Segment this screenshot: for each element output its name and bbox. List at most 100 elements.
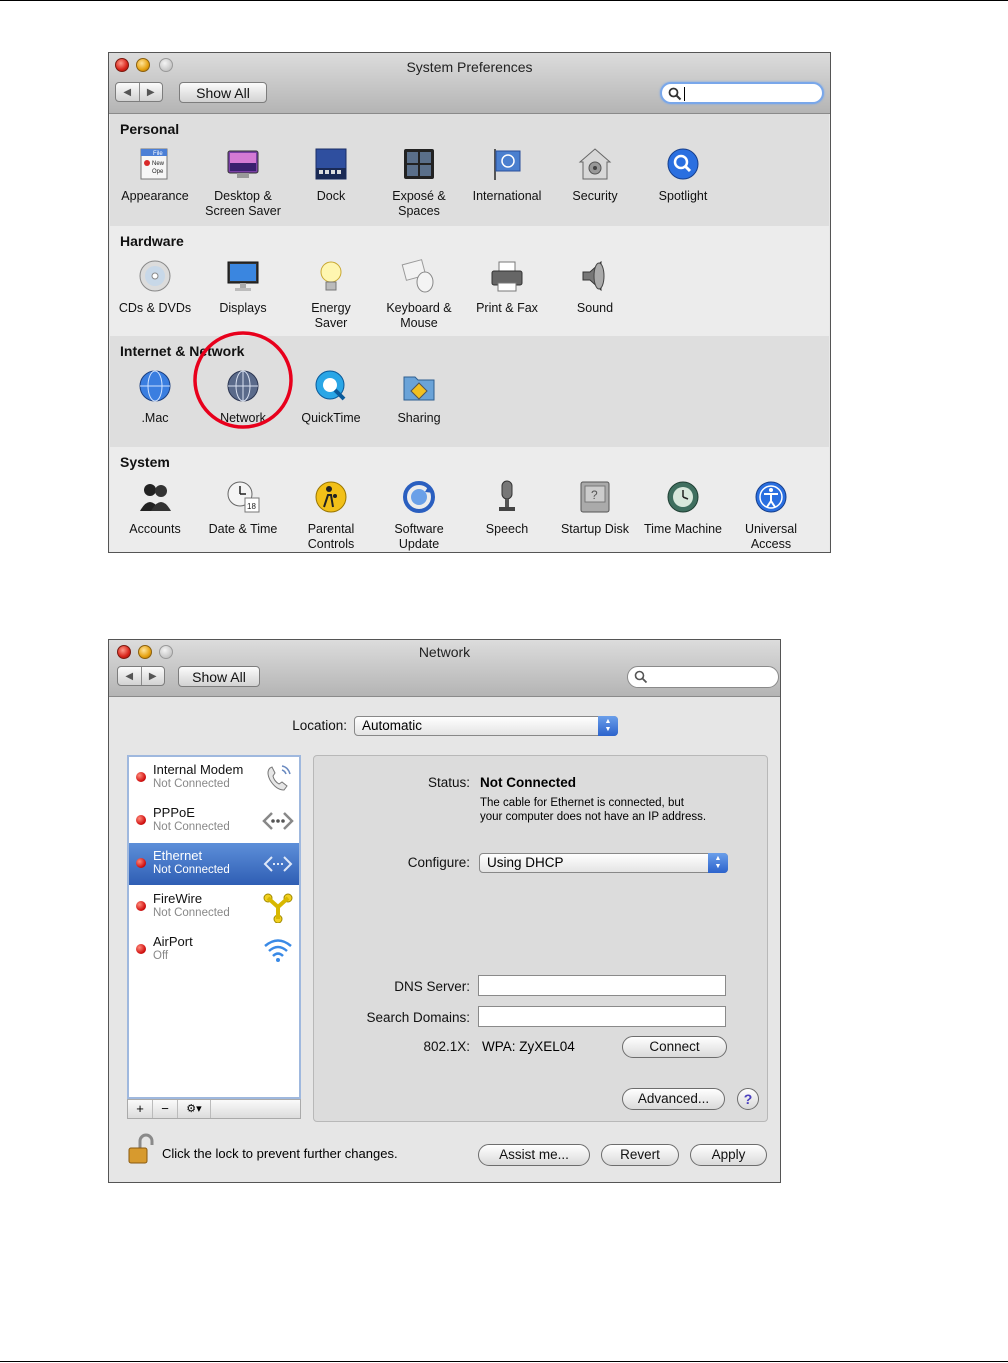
search-domains-field[interactable] <box>478 1006 726 1027</box>
titlebar: System Preferences ◀ ▶ Show All <box>109 53 830 114</box>
back-forward-control[interactable]: ◀ ▶ <box>115 82 163 102</box>
dns-server-field[interactable] <box>478 975 726 996</box>
back-arrow-icon[interactable]: ◀ <box>118 667 141 685</box>
parental-controls-icon <box>315 481 347 513</box>
popup-arrows-icon: ▲ ▼ <box>598 716 618 736</box>
startup-disk-icon: ? <box>580 481 610 513</box>
forward-arrow-icon[interactable]: ▶ <box>138 83 163 101</box>
search-field[interactable] <box>660 82 824 104</box>
quicktime-icon <box>315 370 346 401</box>
page-top-rule <box>0 0 1008 1</box>
pref-label: Speech <box>485 522 529 536</box>
pref-label: Date & Time <box>208 522 278 536</box>
pref-print-fax[interactable]: Print & Fax <box>463 258 551 316</box>
service-name: AirPort <box>153 934 193 949</box>
lightbulb-icon <box>320 261 342 291</box>
service-firewire[interactable]: FireWire Not Connected <box>129 886 299 928</box>
pref-expose-spaces[interactable]: Exposé & Spaces <box>375 146 463 219</box>
pref-label: Sharing <box>397 411 441 425</box>
pref-energy-saver[interactable]: Energy Saver <box>287 258 375 331</box>
pref-software-update[interactable]: Software Update <box>375 479 463 552</box>
printer-icon <box>491 261 523 292</box>
pref-desktop-screen-saver[interactable]: Desktop & Screen Saver <box>199 146 287 219</box>
section-title-hardware: Hardware <box>120 233 184 249</box>
assist-me-button[interactable]: Assist me... <box>478 1144 590 1166</box>
pref-label: .Mac <box>141 411 169 425</box>
section-hardware: Hardware CDs & DVDs Displays Energy Save… <box>110 226 829 336</box>
status-red-dot-icon <box>136 944 146 954</box>
show-all-button[interactable]: Show All <box>178 666 260 687</box>
status-description-line-1: The cable for Ethernet is connected, but <box>480 797 684 809</box>
pref-sound[interactable]: Sound <box>551 258 639 316</box>
status-label: Status: <box>427 775 470 790</box>
search-field[interactable] <box>627 666 779 688</box>
revert-button[interactable]: Revert <box>601 1144 679 1166</box>
pref-speech[interactable]: Speech <box>463 479 551 537</box>
lock-message: Click the lock to prevent further change… <box>162 1146 398 1161</box>
lock-open-icon[interactable] <box>126 1132 156 1166</box>
pref-universal-access[interactable]: Universal Access <box>727 479 815 552</box>
service-name: Internal Modem <box>153 762 244 777</box>
configure-popup[interactable]: Using DHCP ▲ ▼ <box>479 853 728 873</box>
pref-label: Desktop & Screen Saver <box>205 189 281 218</box>
help-button[interactable]: ? <box>737 1088 759 1110</box>
service-status: Not Connected <box>153 821 230 833</box>
pref-time-machine[interactable]: Time Machine <box>639 479 727 537</box>
back-forward-control[interactable]: ◀ ▶ <box>117 666 165 686</box>
pref-date-time[interactable]: 18 Date & Time <box>199 479 287 537</box>
status-description-line-2: your computer does not have an IP addres… <box>480 811 707 823</box>
service-detail-panel: Status: Not Connected The cable for Ethe… <box>313 755 768 1122</box>
service-airport[interactable]: AirPort Off <box>129 929 299 971</box>
pref-label: Accounts <box>129 522 181 536</box>
service-ethernet[interactable]: Ethernet Not Connected <box>129 843 299 885</box>
service-name: PPPoE <box>153 805 195 820</box>
add-service-button[interactable]: + <box>128 1100 153 1118</box>
pref-accounts[interactable]: Accounts <box>111 479 199 537</box>
service-internal-modem[interactable]: Internal Modem Not Connected <box>129 757 299 799</box>
pref-label: Startup Disk <box>560 522 630 536</box>
service-pppoe[interactable]: PPPoE Not Connected <box>129 800 299 842</box>
modem-phone-icon <box>267 765 291 791</box>
dot1x-value: WPA: ZyXEL04 <box>482 1039 575 1054</box>
dns-server-label: DNS Server: <box>394 979 470 994</box>
pref-sharing[interactable]: Sharing <box>375 368 463 426</box>
pref-international[interactable]: International <box>463 146 551 204</box>
pref-dotmac[interactable]: .Mac <box>111 368 199 426</box>
search-icon <box>668 87 682 101</box>
pref-quicktime[interactable]: QuickTime <box>287 368 375 426</box>
svg-text:Ope: Ope <box>152 169 164 175</box>
service-name: Ethernet <box>153 848 203 863</box>
pref-security[interactable]: Security <box>551 146 639 204</box>
remove-service-button[interactable]: − <box>153 1100 178 1118</box>
airport-wifi-icon <box>264 939 292 962</box>
pref-label: Keyboard & Mouse <box>386 301 452 330</box>
pref-displays[interactable]: Displays <box>199 258 287 316</box>
action-gear-button[interactable]: ⚙▾ <box>178 1100 211 1118</box>
location-label: Location: <box>292 718 347 733</box>
service-list[interactable]: Internal Modem Not Connected PPPoE Not C… <box>127 755 301 1099</box>
service-status: Not Connected <box>153 907 230 919</box>
pref-label: QuickTime <box>301 411 361 425</box>
apply-button[interactable]: Apply <box>690 1144 767 1166</box>
advanced-button[interactable]: Advanced... <box>622 1088 725 1110</box>
pref-startup-disk[interactable]: ? Startup Disk <box>551 479 639 537</box>
security-house-icon <box>578 148 612 180</box>
appearance-icon: File New Ope <box>140 148 168 180</box>
pref-appearance[interactable]: File New Ope Appearance <box>111 146 199 204</box>
pref-label: Universal Access <box>744 522 798 551</box>
pref-label: Print & Fax <box>476 301 538 315</box>
pref-cds-dvds[interactable]: CDs & DVDs <box>111 258 199 316</box>
forward-arrow-icon[interactable]: ▶ <box>140 667 165 685</box>
pref-keyboard-mouse[interactable]: Keyboard & Mouse <box>375 258 463 331</box>
pref-dock[interactable]: Dock <box>287 146 375 204</box>
pref-label: Energy Saver <box>311 301 351 330</box>
pref-label: Software Update <box>394 522 444 551</box>
status-red-dot-icon <box>136 858 146 868</box>
connect-button[interactable]: Connect <box>622 1036 727 1058</box>
pref-spotlight[interactable]: Spotlight <box>639 146 727 204</box>
pref-parental-controls[interactable]: Parental Controls <box>287 479 375 552</box>
location-popup[interactable]: Automatic ▲ ▼ <box>354 716 618 736</box>
speaker-icon <box>582 260 605 292</box>
back-arrow-icon[interactable]: ◀ <box>116 83 139 101</box>
show-all-button[interactable]: Show All <box>179 82 267 103</box>
